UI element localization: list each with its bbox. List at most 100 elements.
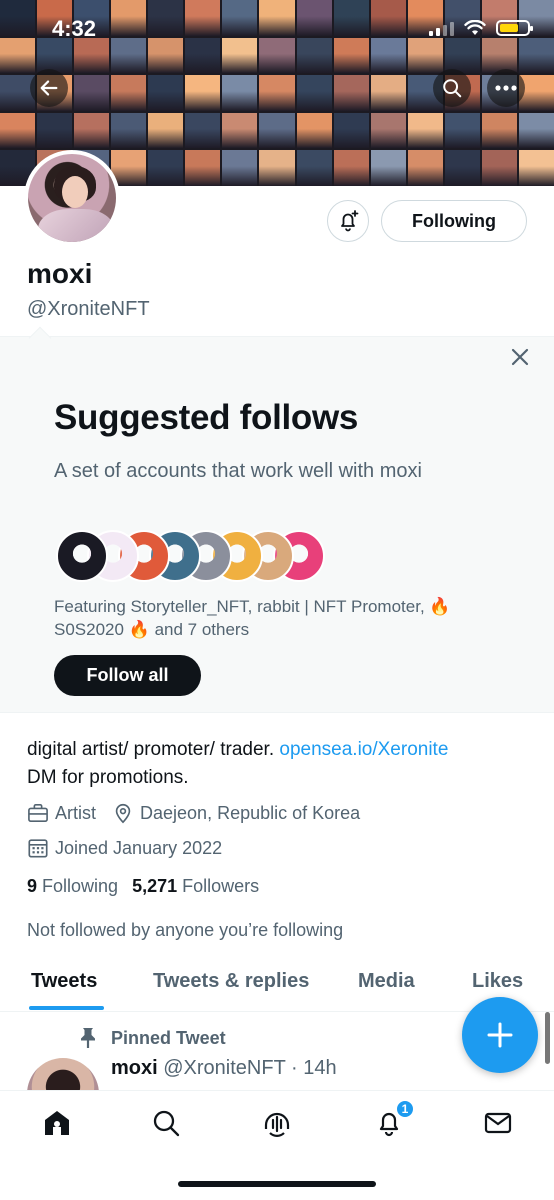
profile-handle: @XroniteNFT: [27, 298, 150, 320]
bell-plus-icon: [341, 210, 359, 232]
banner-tile: [259, 75, 295, 111]
tweet-header[interactable]: moxi @XroniteNFT · 14h: [111, 1057, 337, 1080]
banner-tile: [259, 150, 295, 186]
banner-tile: [185, 112, 221, 149]
banner-tile: [444, 150, 480, 186]
bio-text-line2: DM for promotions.: [27, 767, 189, 788]
following-count-link[interactable]: 9 Following: [27, 876, 118, 897]
banner-tile: [185, 150, 221, 186]
banner-tile: [185, 75, 221, 111]
location-label: Daejeon, Republic of Korea: [140, 802, 361, 823]
profile-bio: digital artist/ promoter/ trader. opense…: [27, 736, 537, 792]
tweet-author-name: moxi: [111, 1057, 158, 1079]
bio-link[interactable]: opensea.io/Xeronite: [279, 739, 448, 760]
more-options-button[interactable]: [487, 69, 525, 107]
banner-tile: [370, 75, 406, 111]
follow-counts: 9 Following 5,271 Followers: [27, 876, 259, 897]
banner-tile: [148, 150, 184, 186]
spaces-microphone-icon: [264, 1112, 290, 1137]
arrow-left-icon: [40, 80, 58, 96]
banner-tile: [0, 112, 36, 149]
profile-tabs: Tweets Tweets & replies Media Likes: [0, 960, 554, 1012]
active-tab-indicator: [29, 1006, 104, 1010]
search-icon: [153, 1110, 180, 1137]
banner-tile: [333, 112, 369, 149]
banner-tile: [370, 112, 406, 149]
banner-tile: [481, 150, 517, 186]
battery-icon: [496, 20, 533, 36]
banner-tile: [296, 150, 332, 186]
banner-tile: [481, 112, 517, 149]
banner-tile: [148, 75, 184, 111]
close-icon: [511, 348, 529, 366]
wifi-icon: [464, 20, 486, 35]
banner-tile: [518, 150, 554, 186]
featuring-accounts-text: Featuring Storyteller_NFT, rabbit | NFT …: [54, 597, 451, 639]
dismiss-suggestions-button[interactable]: [508, 345, 532, 369]
banner-tile: [259, 112, 295, 149]
nav-messages[interactable]: [480, 1105, 516, 1141]
banner-tile: [222, 75, 258, 111]
followers-count-link[interactable]: 5,271 Followers: [132, 876, 259, 897]
status-bar: 4:32: [0, 0, 554, 60]
envelope-icon: [484, 1112, 512, 1134]
compose-tweet-button[interactable]: [462, 997, 538, 1073]
suggested-avatar-stack[interactable]: [56, 530, 356, 582]
banner-tile: [111, 112, 147, 149]
joined-date: Joined January 2022: [55, 837, 223, 858]
nav-explore[interactable]: [148, 1105, 184, 1141]
tab-tweets[interactable]: Tweets: [31, 970, 97, 993]
banner-tile: [37, 112, 73, 149]
pin-icon: [81, 1028, 95, 1048]
suggested-follows-title: Suggested follows: [54, 398, 359, 437]
briefcase-icon: [28, 804, 48, 822]
status-time: 4:32: [52, 16, 97, 41]
tab-tweets-replies[interactable]: Tweets & replies: [153, 970, 309, 993]
banner-tile: [444, 112, 480, 149]
more-dots-icon: [495, 85, 517, 91]
suggested-follows-subtitle: A set of accounts that work well with mo…: [54, 460, 422, 482]
calendar-icon: [28, 839, 48, 858]
banner-tile: [222, 112, 258, 149]
joined-row: Joined January 2022: [27, 837, 222, 859]
banner-tile: [296, 112, 332, 149]
notifications-badge: 1: [395, 1099, 415, 1119]
banner-tile: [74, 112, 110, 149]
banner-tile: [148, 112, 184, 149]
nav-spaces[interactable]: [259, 1105, 295, 1141]
profile-avatar[interactable]: [24, 150, 120, 246]
banner-tile: [74, 75, 110, 111]
pinned-tweet-label: Pinned Tweet: [111, 1028, 226, 1048]
suggested-account-avatar: [56, 530, 108, 582]
profile-meta-row: Artist Daejeon, Republic of Korea: [27, 802, 360, 824]
banner-tile: [370, 150, 406, 186]
search-icon: [443, 79, 462, 98]
banner-tile: [518, 112, 554, 149]
bio-text: digital artist/ promoter/ trader.: [27, 739, 280, 760]
not-followed-notice: Not followed by anyone you’re following: [27, 920, 344, 940]
location-pin-icon: [115, 803, 131, 824]
display-name: moxi: [27, 258, 93, 289]
banner-tile: [222, 150, 258, 186]
notifications-subscribe-button[interactable]: [327, 200, 369, 242]
banner-tile: [333, 150, 369, 186]
cellular-signal-icon: [429, 20, 454, 36]
banner-tile: [296, 75, 332, 111]
banner-tile: [111, 75, 147, 111]
tab-media[interactable]: Media: [358, 970, 415, 993]
follow-all-button[interactable]: Follow all: [54, 655, 201, 696]
nav-notifications[interactable]: 1: [371, 1099, 415, 1141]
home-icon: [45, 1111, 69, 1135]
search-button[interactable]: [433, 69, 471, 107]
banner-tile: [333, 75, 369, 111]
following-button[interactable]: Following: [381, 200, 527, 242]
scrollbar-thumb[interactable]: [545, 1012, 550, 1064]
home-indicator[interactable]: [178, 1181, 376, 1187]
profession-label: Artist: [55, 802, 97, 823]
back-button[interactable]: [30, 69, 68, 107]
nav-home[interactable]: [39, 1105, 75, 1141]
banner-tile: [407, 150, 443, 186]
tweet-handle-time: @XroniteNFT · 14h: [163, 1057, 337, 1079]
tab-likes[interactable]: Likes: [472, 970, 523, 993]
plus-icon: [487, 1022, 513, 1048]
